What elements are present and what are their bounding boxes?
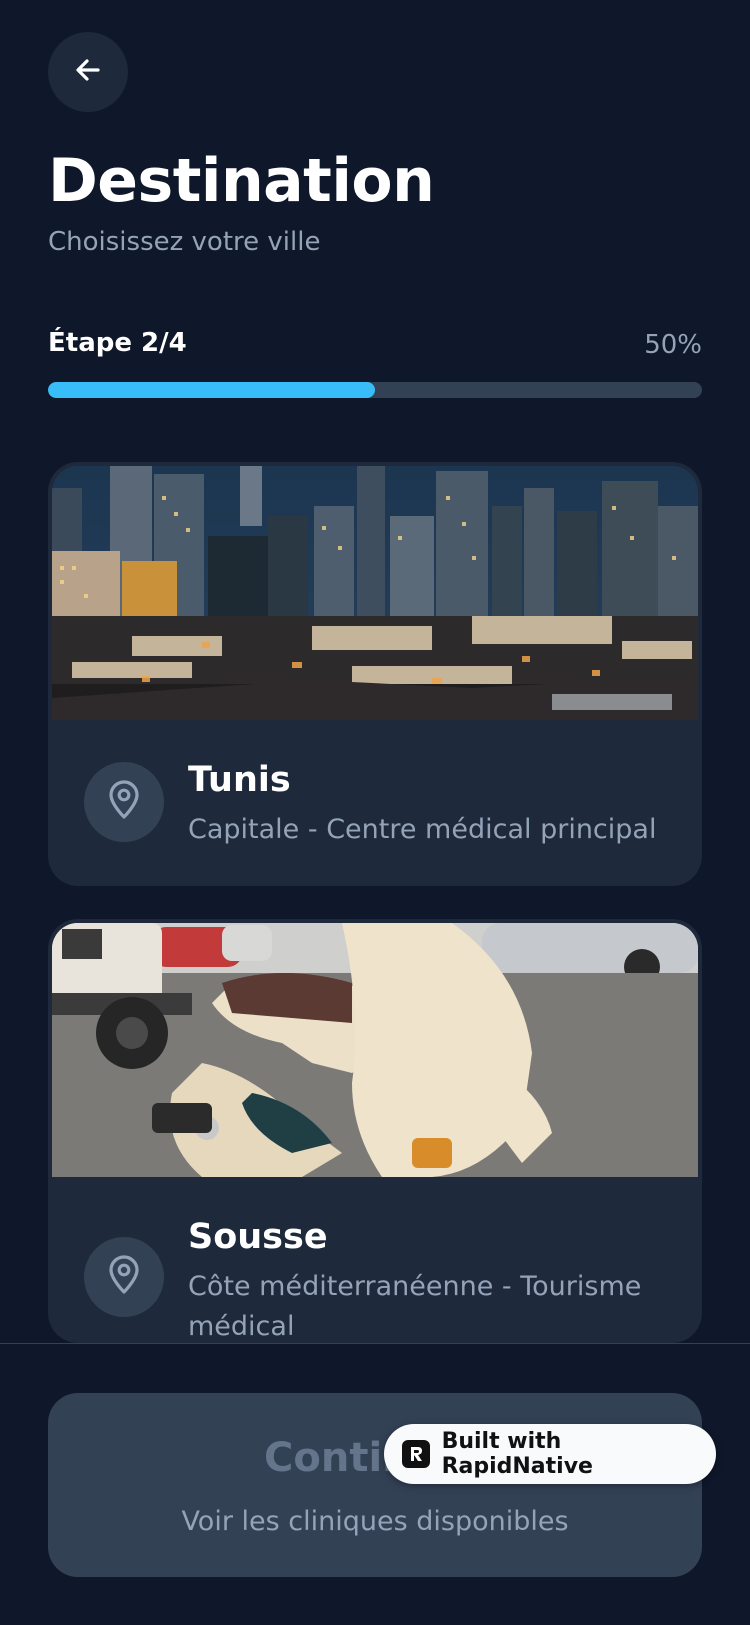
city-card-tunis[interactable]: Tunis Capitale - Centre médical principa… [48, 462, 702, 886]
step-percent: 50% [644, 330, 702, 360]
page-subtitle: Choisissez votre ville [48, 227, 321, 257]
location-icon-circle [84, 762, 164, 842]
city-name: Tunis [188, 760, 291, 800]
footer: Continuer Voir les cliniques disponibles [0, 1343, 750, 1625]
cream-scooter-photo [52, 923, 698, 1177]
arrow-left-icon [72, 54, 104, 90]
continue-button[interactable]: Continuer Voir les cliniques disponibles [48, 1393, 702, 1577]
back-button[interactable] [48, 32, 128, 112]
progress-bar [48, 382, 702, 398]
city-description: Côte méditerranéenne - Tourisme médical [188, 1271, 642, 1342]
progress-bar-fill [48, 382, 375, 398]
city-name: Sousse [188, 1217, 328, 1257]
built-with-badge[interactable]: Built with RapidNative [384, 1424, 716, 1484]
map-pin-icon [106, 780, 142, 824]
city-night-skyline-photo [52, 466, 698, 720]
location-icon-circle [84, 1237, 164, 1317]
map-pin-icon [106, 1255, 142, 1299]
step-label: Étape 2/4 [48, 328, 187, 358]
page-title: Destination [48, 146, 435, 216]
rapidnative-logo-icon [402, 1440, 430, 1468]
city-card-sousse[interactable]: Sousse Côte méditerranéenne - Tourisme m… [48, 919, 702, 1343]
built-with-label: Built with RapidNative [441, 1429, 593, 1479]
continue-button-subtitle: Voir les cliniques disponibles [181, 1506, 569, 1537]
city-description: Capitale - Centre médical principal [188, 814, 657, 845]
